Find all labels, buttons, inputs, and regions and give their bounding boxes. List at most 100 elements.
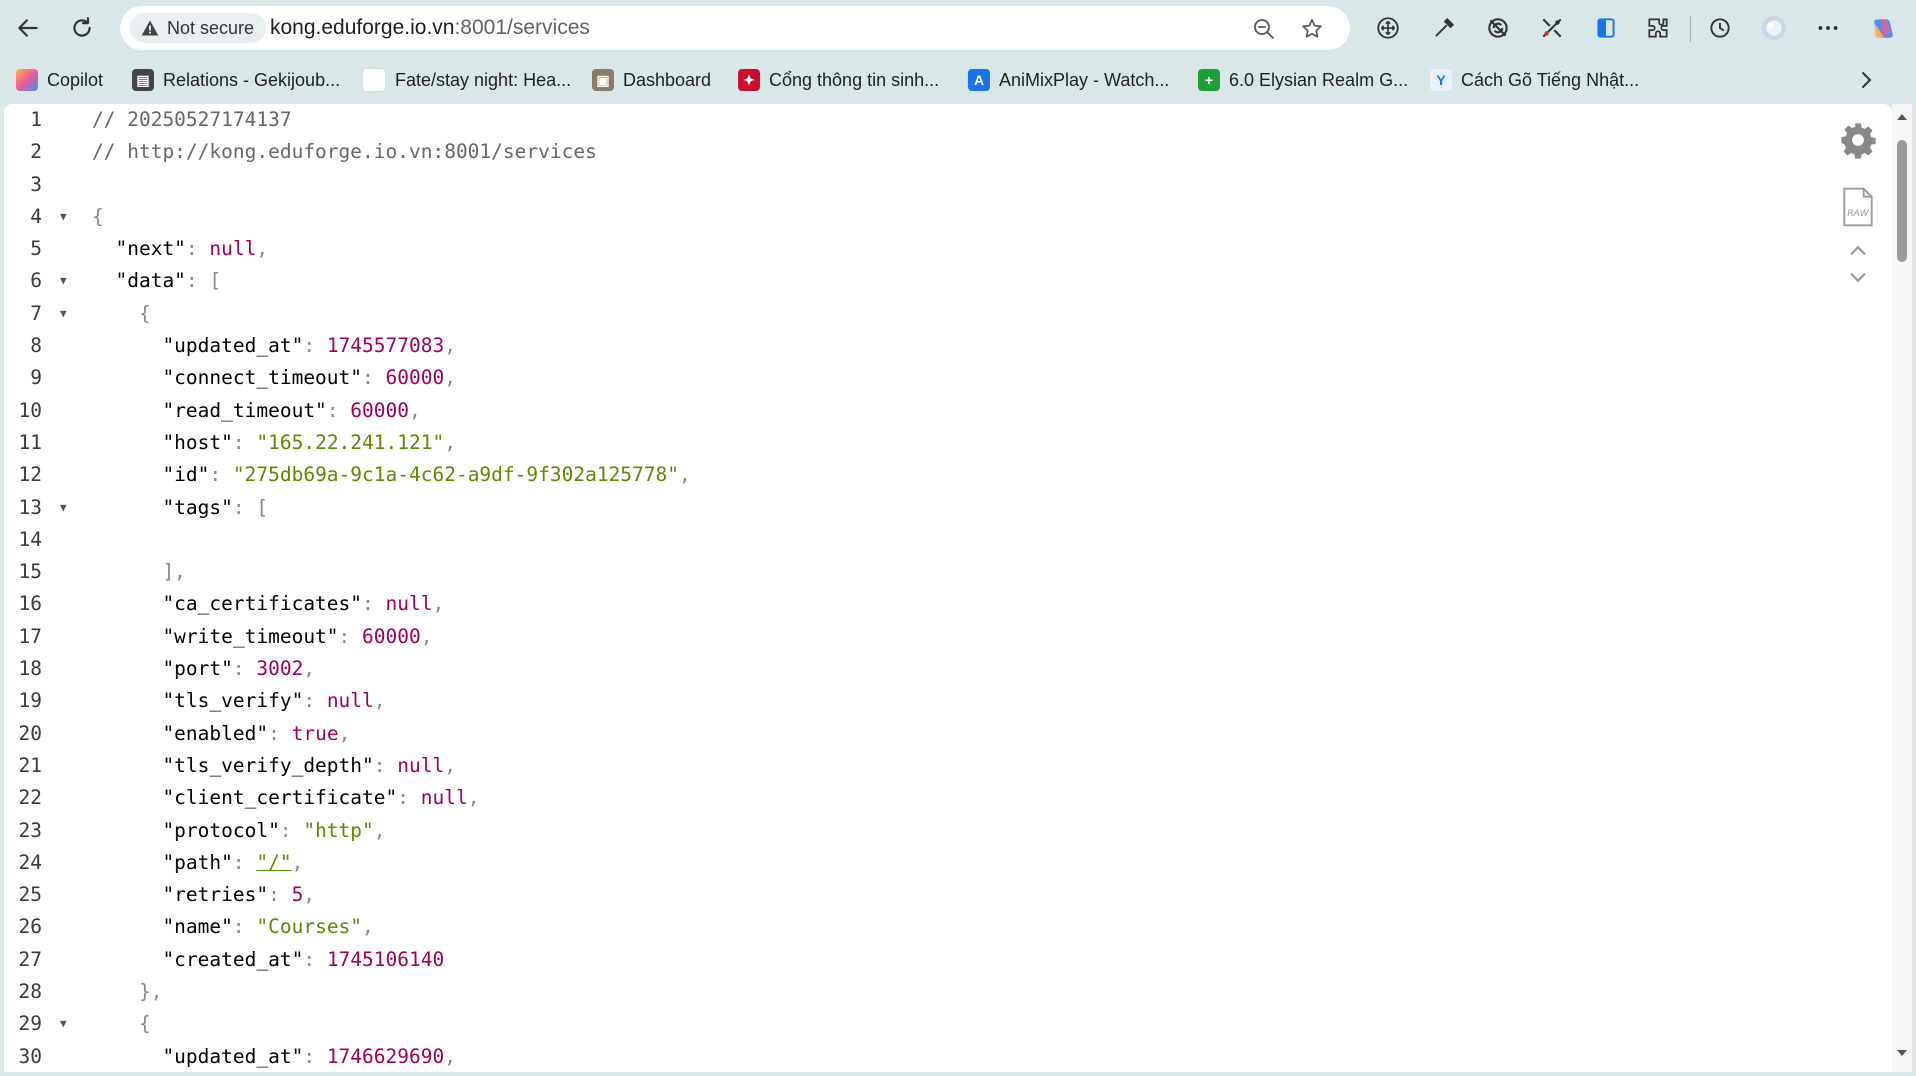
- code-text: "tags": [: [92, 492, 268, 524]
- bookmark-animixplay[interactable]: A AniMixPlay - Watch...: [968, 58, 1169, 102]
- line-number: 12: [18, 463, 42, 487]
- animix-icon: A: [968, 69, 990, 91]
- copilot-icon: [1874, 19, 1893, 38]
- viewer-settings-button[interactable]: [1836, 118, 1880, 162]
- url-text[interactable]: kong.eduforge.io.vn:8001/services: [270, 6, 590, 50]
- more-menu-button[interactable]: [1810, 10, 1846, 46]
- scroll-down-arrow-icon[interactable]: [1895, 1046, 1909, 1060]
- json-null-token: null: [397, 753, 445, 777]
- puzzle-icon: [1648, 18, 1668, 38]
- json-punct-token: :: [303, 1044, 327, 1068]
- json-key-token: "client_certificate": [92, 786, 398, 810]
- extension-tools-button[interactable]: [1534, 10, 1570, 46]
- fold-toggle-icon[interactable]: ▼: [60, 1008, 67, 1040]
- refresh-button[interactable]: [64, 10, 100, 46]
- bookmark-elysian-realm[interactable]: + 6.0 Elysian Realm G...: [1198, 58, 1408, 102]
- vertical-scrollbar[interactable]: [1892, 104, 1912, 1072]
- json-punct-token: :: [232, 657, 257, 681]
- json-punct-token: },: [92, 980, 163, 1004]
- line-number: 18: [18, 657, 42, 681]
- bookmark-cach-go-tieng-nhat[interactable]: Y Cách Gõ Tiếng Nhật...: [1430, 58, 1639, 102]
- collapse-all-button[interactable]: [1836, 240, 1880, 262]
- json-punct-token: ,: [444, 753, 456, 777]
- toolbar-separator: [1690, 16, 1691, 42]
- code-text: // 20250527174137: [92, 104, 292, 136]
- bookmark-cong-thong-tin[interactable]: ✦ Cổng thông tin sinh...: [738, 58, 939, 102]
- json-punct-token: :: [268, 721, 292, 745]
- json-key-token: "port": [92, 657, 233, 681]
- view-raw-button[interactable]: RAW: [1836, 182, 1880, 232]
- line-number: 3: [30, 172, 42, 196]
- code-line: 4 ▼ {: [4, 201, 1884, 233]
- extensions-button[interactable]: [1640, 10, 1676, 46]
- fold-toggle-icon[interactable]: ▼: [60, 492, 67, 524]
- json-str-token: "http": [303, 818, 374, 842]
- json-comment-token: // 20250527174137: [92, 108, 292, 131]
- extension-eyedropper-button[interactable]: [1426, 10, 1462, 46]
- bookmark-fate-stay-night[interactable]: Fate/stay night: Hea...: [362, 58, 571, 102]
- code-text: "data": [: [92, 265, 221, 297]
- bookmark-dashboard[interactable]: ▣ Dashboard: [592, 58, 711, 102]
- fold-toggle-icon[interactable]: ▼: [60, 201, 67, 233]
- code-text: "updated_at": 1745577083,: [92, 330, 456, 362]
- y-icon: Y: [1430, 69, 1452, 91]
- json-num-token: 1746629690: [326, 1044, 445, 1068]
- extension-move-button[interactable]: [1370, 10, 1406, 46]
- copilot-button[interactable]: [1866, 10, 1902, 46]
- code-line: 13 ▼ "tags": [: [4, 492, 1884, 524]
- json-key-token: "host": [92, 430, 233, 454]
- line-number: 27: [18, 947, 42, 971]
- address-bar[interactable]: Not secure kong.eduforge.io.vn:8001/serv…: [120, 6, 1350, 50]
- json-key-token: "id": [92, 463, 210, 487]
- code-text: {: [92, 201, 104, 233]
- bookmark-label: Cổng thông tin sinh...: [769, 69, 940, 90]
- bookmark-relations[interactable]: ▤ Relations - Gekijoub...: [132, 58, 340, 102]
- json-punct-token: ,: [467, 786, 480, 810]
- json-punct-token: ,: [420, 624, 433, 648]
- json-key-token: "tls_verify": [92, 689, 304, 713]
- json-punct-token: ,: [679, 463, 691, 487]
- scroll-thumb[interactable]: [1897, 140, 1907, 262]
- favorite-button[interactable]: [1298, 15, 1326, 43]
- bookmark-copilot[interactable]: Copilot: [16, 58, 103, 102]
- json-key-token: "enabled": [92, 721, 269, 745]
- json-num-token: 5: [291, 883, 304, 907]
- code-line: 16 "ca_certificates": null,: [4, 588, 1884, 620]
- json-punct-token: ,: [362, 915, 374, 939]
- history-button[interactable]: [1702, 10, 1738, 46]
- zoom-button[interactable]: [1250, 15, 1278, 43]
- expand-all-button[interactable]: [1836, 266, 1880, 288]
- extension-copy-button[interactable]: [1588, 10, 1624, 46]
- fold-toggle-icon[interactable]: ▼: [60, 298, 67, 330]
- line-number: 16: [18, 592, 42, 616]
- line-number: 2: [30, 140, 42, 164]
- back-button[interactable]: [10, 10, 46, 46]
- json-punct-token: ,: [291, 850, 304, 874]
- extension-sync-button[interactable]: [1480, 10, 1516, 46]
- tools-icon: [1542, 18, 1562, 38]
- bookmarks-overflow-button[interactable]: [1854, 58, 1878, 102]
- line-number: 20: [18, 721, 42, 745]
- line-number: 23: [18, 818, 42, 842]
- json-null-token: null: [209, 237, 257, 261]
- json-key-token: "retries": [92, 883, 269, 907]
- code-line: 11 "host": "165.22.241.121",: [4, 427, 1884, 459]
- json-link-token[interactable]: "/": [256, 851, 291, 874]
- code-line: 1 // 20250527174137: [4, 104, 1884, 136]
- json-key-token: "tls_verify_depth": [92, 753, 374, 777]
- more-dots-icon: [1818, 26, 1838, 30]
- back-arrow-icon: [18, 19, 38, 37]
- code-text: "retries": 5,: [92, 879, 315, 911]
- blank-page-icon: [362, 68, 386, 92]
- security-indicator[interactable]: Not secure: [130, 13, 267, 43]
- code-line: 19 "tls_verify": null,: [4, 685, 1884, 717]
- scroll-up-arrow-icon[interactable]: [1895, 110, 1909, 124]
- profile-button[interactable]: [1756, 10, 1792, 46]
- browser-toolbar: Not secure kong.eduforge.io.vn:8001/serv…: [0, 0, 1916, 56]
- fold-toggle-icon[interactable]: ▼: [60, 265, 67, 297]
- university-icon: ✦: [738, 69, 760, 91]
- line-number: 25: [18, 883, 42, 907]
- line-number: 11: [18, 430, 42, 454]
- code-line: 26 "name": "Courses",: [4, 911, 1884, 943]
- line-number: 6: [30, 269, 42, 293]
